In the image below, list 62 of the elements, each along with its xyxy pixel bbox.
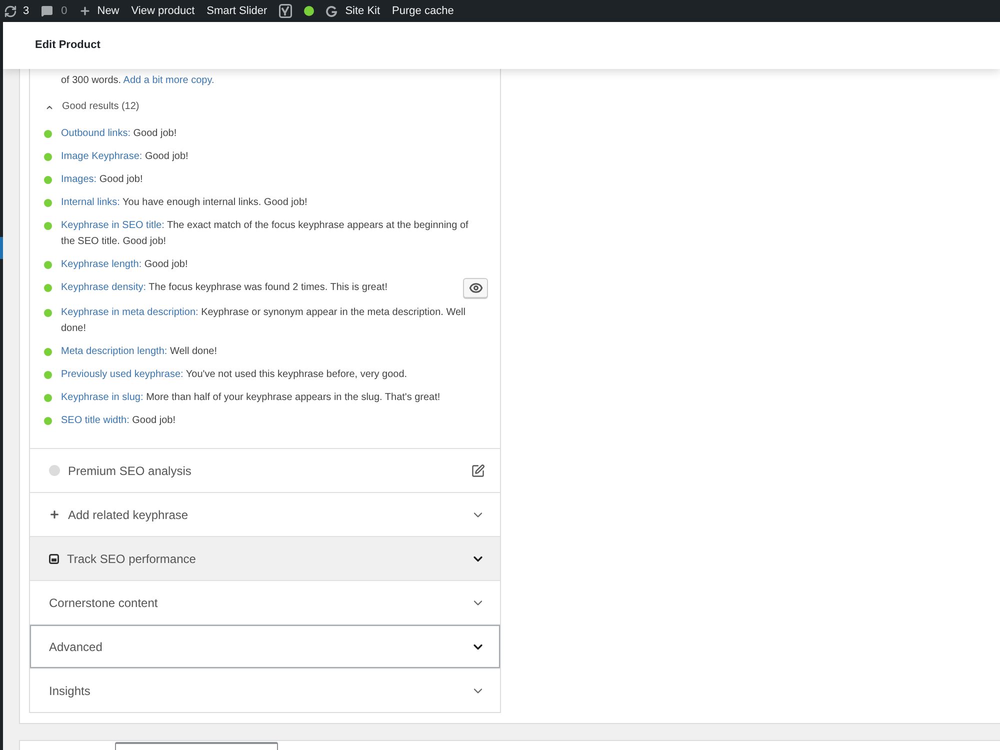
- refresh-icon: [4, 4, 17, 18]
- result-link[interactable]: Keyphrase length:: [61, 259, 142, 270]
- result-text: Keyphrase length: Good job!: [61, 258, 189, 272]
- new-link[interactable]: New: [79, 2, 120, 20]
- status-dot-icon: [49, 465, 60, 476]
- comments-link[interactable]: 0: [41, 2, 68, 20]
- toolbar-link[interactable]: Smart Slider: [206, 2, 268, 20]
- updates-link[interactable]: 3: [4, 2, 30, 20]
- result-link[interactable]: Keyphrase in SEO title:: [61, 220, 164, 231]
- result-text: Images: Good job!: [61, 173, 144, 187]
- plus-icon: [49, 509, 60, 520]
- result-text: Keyphrase in slug: More than half of your keyphrase appears in the slug. That's great!: [61, 391, 442, 405]
- result-text: Keyphrase in meta description: Keyphrase or synonym appear in the meta description. Well done!: [61, 306, 466, 336]
- status-dot-icon: [44, 417, 52, 425]
- section-toggle[interactable]: Track SEO performance: [30, 536, 500, 580]
- edit-icon: [471, 464, 485, 478]
- eye-icon: [468, 281, 482, 295]
- result-text: Internal links: You have enough internal links. Good job!: [61, 196, 308, 210]
- g-logo-icon: [326, 6, 338, 16]
- result-link[interactable]: Add a bit more copy.: [123, 75, 214, 86]
- result-link[interactable]: Previously used keyphrase:: [61, 369, 184, 380]
- result-text: Outbound links: Good job!: [61, 127, 178, 141]
- chart-icon: [49, 554, 59, 564]
- plus-icon: [79, 5, 92, 17]
- section-toggle[interactable]: Advanced: [30, 624, 500, 668]
- toolbar-link[interactable]: View product: [131, 2, 195, 20]
- site-kit-link[interactable]: Site Kit: [326, 2, 380, 20]
- page-title: Edit Product: [35, 38, 100, 54]
- status-dot-icon: [44, 153, 52, 161]
- status-dot-icon: [44, 284, 52, 292]
- result-text: Meta description length: Well done!: [61, 345, 218, 359]
- status-dot-icon: [304, 6, 314, 16]
- status-dot-icon: [44, 394, 52, 402]
- result-link[interactable]: Images:: [61, 174, 97, 185]
- comment-icon: [41, 5, 54, 17]
- result-text: SEO title width: Good job!: [61, 414, 177, 428]
- status-dot-icon: [44, 261, 52, 269]
- status-dot-icon: [44, 130, 52, 138]
- status-dot-icon: [44, 222, 52, 230]
- result-text: Image Keyphrase: Good job!: [61, 150, 190, 164]
- sidebar-active-marker: [0, 237, 3, 259]
- result-text: Previously used keyphrase: You've not used this keyphrase before, very good.: [61, 368, 408, 382]
- status-dot-icon: [44, 199, 52, 207]
- highlight-button[interactable]: [463, 278, 488, 298]
- result-link[interactable]: Meta description length:: [61, 346, 168, 357]
- result-link[interactable]: Keyphrase in slug:: [61, 392, 144, 403]
- status-dot-icon: [44, 348, 52, 356]
- result-link[interactable]: Internal links:: [61, 197, 120, 208]
- result-text: of 300 words. Add a bit more copy.: [60, 74, 216, 88]
- result-text: Keyphrase in SEO title: The exact match of the focus keyphrase appears at the beginning of the SEO title. Good job!: [61, 219, 470, 249]
- result-link[interactable]: SEO title width:: [61, 415, 130, 426]
- result-link[interactable]: Outbound links:: [61, 128, 130, 139]
- result-link[interactable]: Keyphrase in meta description:: [61, 307, 198, 318]
- toolbar-link[interactable]: Purge cache: [392, 2, 454, 20]
- status-dot-icon: [44, 371, 52, 379]
- status-dot-icon: [44, 176, 52, 184]
- result-text: Keyphrase density: The focus keyphrase was found 2 times. This is great!: [61, 281, 388, 295]
- result-link[interactable]: Keyphrase density:: [61, 282, 146, 293]
- y-logo-icon[interactable]: [279, 4, 292, 18]
- result-link[interactable]: Image Keyphrase:: [61, 151, 142, 162]
- good-results-toggle[interactable]: Good results (12): [45, 99, 140, 115]
- status-dot-icon: [44, 309, 52, 317]
